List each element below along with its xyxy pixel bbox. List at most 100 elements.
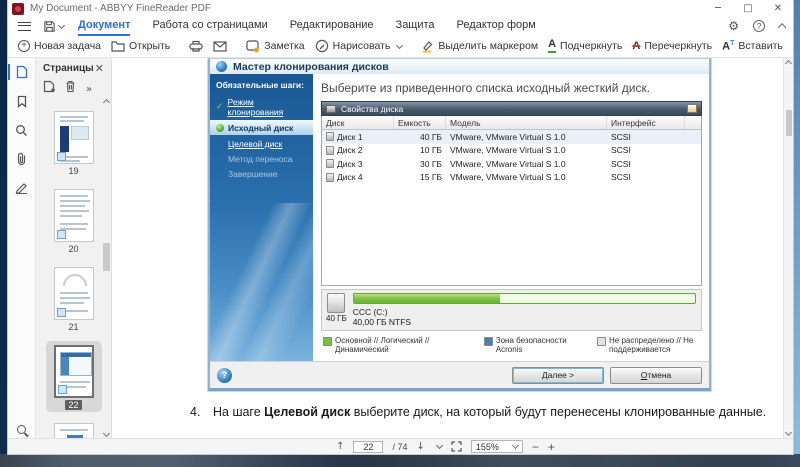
wizard-steps-sidebar: Обязательные шаги: ✓ Режим клонирования … bbox=[210, 74, 313, 361]
page-thumbnail-21[interactable]: 21 bbox=[46, 263, 102, 334]
partition-details: 40,00 ГБ NTFS bbox=[353, 317, 696, 327]
main-area: Страницы ✕ » bbox=[8, 58, 793, 438]
tab-form-editor[interactable]: Редактор форм bbox=[457, 17, 536, 36]
panel-close-icon[interactable]: ✕ bbox=[95, 63, 104, 74]
highlight-button[interactable]: Выделить маркером bbox=[421, 40, 538, 53]
page-nav-dropdown-icon[interactable] bbox=[436, 442, 443, 449]
disk-map: 40 ГБ CCC (C:) 40,00 ГБ NTFS bbox=[321, 289, 702, 331]
wizard-title: Мастер клонирования дисков bbox=[233, 61, 389, 73]
settings-gear-icon[interactable]: ⚙ bbox=[728, 19, 739, 33]
left-icon-strip bbox=[8, 58, 36, 438]
disk-icon bbox=[326, 146, 334, 155]
wizard-content: Выберите из приведенного списка исходный… bbox=[313, 74, 709, 361]
save-icon bbox=[43, 20, 56, 33]
pages-panel-title: Страницы bbox=[43, 63, 94, 74]
step-source-disk[interactable]: Исходный диск bbox=[210, 120, 313, 135]
step-target-disk[interactable]: Целевой диск bbox=[210, 136, 313, 151]
legend-green-swatch bbox=[323, 337, 332, 346]
legend-gray-swatch bbox=[597, 337, 606, 346]
panel-scrollbar-thumb[interactable] bbox=[103, 243, 110, 271]
paragraph-text: На шаге Целевой диск выберите диск, на к… bbox=[213, 402, 766, 422]
marker-icon bbox=[421, 40, 434, 53]
disk-properties-icon bbox=[326, 105, 336, 113]
note-button[interactable]: Заметка bbox=[246, 40, 304, 53]
wizard-screenshot: Мастер клонирования дисков Обязательные … bbox=[208, 58, 711, 391]
check-icon: ✓ bbox=[216, 102, 224, 112]
step-clone-mode[interactable]: ✓ Режим клонирования bbox=[210, 94, 313, 119]
table-row[interactable]: Диск 1 40 ГБ VMware, VMware Virtual S 1.… bbox=[322, 130, 701, 144]
delete-page-icon[interactable] bbox=[65, 80, 76, 98]
scroll-up-icon[interactable] bbox=[785, 60, 792, 67]
thumbnail-list: 19 20 bbox=[36, 103, 111, 438]
legend-item-unallocated: Не распределено // Не поддерживается bbox=[597, 336, 702, 354]
props-bar-right-icon[interactable] bbox=[687, 104, 697, 113]
table-row[interactable]: Диск 4 15 ГБ VMware, VMware Virtual S 1.… bbox=[322, 171, 701, 185]
disk-icon bbox=[326, 132, 334, 141]
main-menu-icon[interactable] bbox=[18, 22, 31, 31]
wizard-globe-icon bbox=[216, 61, 227, 72]
signature-panel-button[interactable] bbox=[14, 180, 30, 196]
strikethrough-button[interactable]: A Перечеркнуть bbox=[632, 40, 712, 52]
collapse-ribbon-icon[interactable] bbox=[778, 23, 786, 31]
page-thumbnail-20[interactable]: 20 bbox=[46, 185, 102, 256]
minimize-button[interactable]: ─ bbox=[703, 0, 733, 17]
scrollbar-thumb[interactable] bbox=[786, 110, 792, 136]
previous-page-icon[interactable]: ↑ bbox=[336, 441, 344, 452]
title-bar: My Document - ABBYY FineReader PDF ─ □ ✕ bbox=[8, 0, 793, 17]
pages-panel-button[interactable] bbox=[14, 64, 30, 80]
document-scrollbar[interactable] bbox=[783, 58, 793, 438]
draw-button[interactable]: Нарисовать bbox=[315, 39, 403, 53]
menu-bar: Документ Работа со страницами Редактиров… bbox=[8, 17, 793, 35]
print-button[interactable] bbox=[189, 40, 203, 52]
tab-edit[interactable]: Редактирование bbox=[290, 17, 374, 36]
panel-more-icon[interactable]: » bbox=[86, 84, 92, 95]
partition-bar[interactable] bbox=[353, 293, 696, 304]
page-thumbnail-19[interactable]: 19 bbox=[46, 107, 102, 178]
current-page-input[interactable]: 22 bbox=[353, 441, 383, 453]
tab-pages[interactable]: Работа со страницами bbox=[152, 17, 267, 36]
help-icon[interactable]: ? bbox=[753, 20, 765, 32]
page-badge-icon bbox=[57, 152, 66, 161]
toolbar: + Новая задача Открыть Заметка bbox=[8, 35, 793, 58]
insert-text-icon: AT bbox=[722, 40, 734, 53]
current-step-icon bbox=[216, 124, 224, 132]
next-page-icon[interactable]: ↓ bbox=[416, 441, 424, 452]
disk-properties-button[interactable]: Свойства диска bbox=[321, 101, 702, 116]
scroll-down-icon[interactable] bbox=[785, 429, 792, 436]
add-page-icon[interactable] bbox=[43, 80, 55, 98]
table-row[interactable]: Диск 3 30 ГБ VMware, VMware Virtual S 1.… bbox=[322, 157, 701, 171]
legend-item-acronis-zone: Зона безопасности Acronis bbox=[484, 336, 589, 354]
close-button[interactable]: ✕ bbox=[763, 0, 793, 17]
page-thumbnail-22[interactable]: 22 bbox=[46, 341, 102, 412]
email-button[interactable] bbox=[213, 41, 227, 52]
zoom-select[interactable]: 155% bbox=[471, 440, 523, 453]
draw-dropdown-icon[interactable] bbox=[396, 41, 403, 48]
document-paragraph: 4. На шаге Целевой диск выберите диск, н… bbox=[190, 402, 793, 422]
underline-button[interactable]: A Подчеркнуть bbox=[548, 39, 622, 53]
search-panel-button[interactable] bbox=[14, 122, 30, 138]
wizard-footer: ? Далее > Отмена bbox=[210, 361, 709, 388]
maximize-button[interactable]: □ bbox=[733, 0, 763, 17]
save-dropdown-icon[interactable] bbox=[58, 21, 65, 28]
table-row[interactable]: Диск 2 10 ГБ VMware, VMware Virtual S 1.… bbox=[322, 144, 701, 158]
page-total: / 74 bbox=[392, 442, 407, 452]
insert-text-button[interactable]: AT Вставить bbox=[722, 40, 783, 53]
zoom-page-button[interactable] bbox=[8, 425, 35, 434]
open-button[interactable]: Открыть bbox=[111, 40, 170, 52]
attachments-panel-button[interactable] bbox=[14, 151, 30, 167]
steps-header: Обязательные шаги: bbox=[210, 74, 313, 94]
tab-protect[interactable]: Защита bbox=[396, 17, 435, 36]
window-title: My Document - ABBYY FineReader PDF bbox=[30, 3, 211, 14]
wizard-help-icon[interactable]: ? bbox=[217, 368, 232, 383]
tab-document[interactable]: Документ bbox=[78, 17, 130, 36]
new-task-button[interactable]: + Новая задача bbox=[18, 40, 101, 52]
next-button[interactable]: Далее > bbox=[512, 367, 604, 384]
page-badge-icon bbox=[57, 308, 66, 317]
status-bar: ↑ 22 / 74 ↓ 155% − + bbox=[8, 438, 793, 454]
document-page: Мастер клонирования дисков Обязательные … bbox=[112, 58, 793, 438]
cancel-button[interactable]: Отмена bbox=[610, 367, 702, 384]
save-button[interactable] bbox=[43, 20, 64, 33]
page-thumbnail-23[interactable] bbox=[46, 419, 102, 438]
bookmarks-panel-button[interactable] bbox=[14, 93, 30, 109]
fit-screen-icon[interactable] bbox=[451, 441, 462, 452]
